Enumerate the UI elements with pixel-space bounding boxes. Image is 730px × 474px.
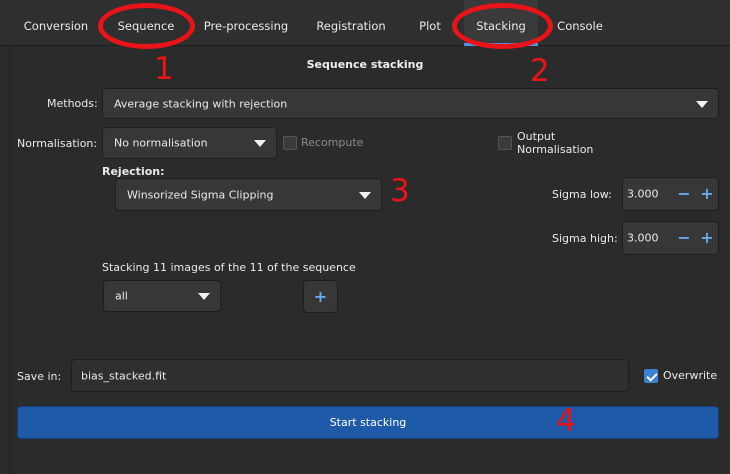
- plus-icon: +: [313, 287, 328, 306]
- image-filter-value: all: [115, 289, 128, 303]
- chevron-down-icon: [254, 140, 266, 147]
- tab-conversion[interactable]: Conversion: [14, 0, 98, 46]
- methods-combo[interactable]: Average stacking with rejection: [102, 88, 719, 119]
- overwrite-checkbox[interactable]: [644, 369, 658, 383]
- save-filename-input[interactable]: bias_stacked.fit: [71, 359, 629, 392]
- output-normalisation-label-line1: Output: [517, 130, 556, 143]
- add-filter-button[interactable]: +: [303, 280, 338, 313]
- tab-pre-processing[interactable]: Pre-processing: [196, 0, 296, 46]
- annotation-number: 2: [530, 53, 550, 89]
- tab-console[interactable]: Console: [546, 0, 614, 46]
- sigma-high-label: Sigma high:: [552, 232, 618, 245]
- sigma-high-value: 3.000: [627, 231, 659, 245]
- sigma-low-label: Sigma low:: [552, 188, 612, 201]
- minus-icon[interactable]: −: [675, 185, 693, 203]
- plus-icon[interactable]: +: [698, 229, 716, 247]
- normalisation-value: No normalisation: [114, 136, 208, 150]
- annotation-ring-sequence: [98, 3, 195, 49]
- tab-plot[interactable]: Plot: [406, 0, 454, 46]
- rejection-combo[interactable]: Winsorized Sigma Clipping: [115, 178, 382, 211]
- tab-registration[interactable]: Registration: [306, 0, 396, 46]
- annotation-number: 3: [390, 173, 410, 209]
- chevron-down-icon: [696, 100, 708, 108]
- normalisation-combo[interactable]: No normalisation: [102, 127, 277, 159]
- rejection-label: Rejection:: [102, 165, 165, 178]
- save-filename-value: bias_stacked.fit: [81, 369, 167, 382]
- recompute-checkbox[interactable]: [283, 136, 297, 150]
- overwrite-label: Overwrite: [663, 369, 718, 382]
- annotation-number: 4: [556, 403, 576, 439]
- image-filter-combo[interactable]: all: [103, 280, 221, 312]
- normalisation-label: Normalisation:: [17, 137, 98, 150]
- methods-label: Methods:: [47, 97, 98, 110]
- sigma-low-value: 3.000: [627, 187, 659, 201]
- start-stacking-button[interactable]: Start stacking: [17, 406, 719, 439]
- save-in-label: Save in:: [17, 370, 62, 383]
- annotation-ring-stacking: [452, 3, 553, 49]
- section-title: Sequence stacking: [306, 58, 424, 71]
- sigma-low-spinner[interactable]: 3.000 − +: [622, 177, 719, 211]
- output-normalisation-checkbox[interactable]: [498, 136, 512, 150]
- chevron-down-icon: [359, 191, 371, 199]
- sigma-high-spinner[interactable]: 3.000 − +: [622, 221, 719, 255]
- annotation-number: 1: [154, 51, 174, 87]
- methods-value: Average stacking with rejection: [114, 97, 288, 110]
- stacking-info-text: Stacking 11 images of the 11 of the sequ…: [102, 261, 356, 274]
- plus-icon[interactable]: +: [698, 185, 716, 203]
- chevron-down-icon: [198, 293, 210, 300]
- minus-icon[interactable]: −: [675, 229, 693, 247]
- rejection-value: Winsorized Sigma Clipping: [127, 188, 274, 201]
- output-normalisation-label-line2: Normalisation: [517, 143, 594, 156]
- recompute-label: Recompute: [301, 136, 364, 149]
